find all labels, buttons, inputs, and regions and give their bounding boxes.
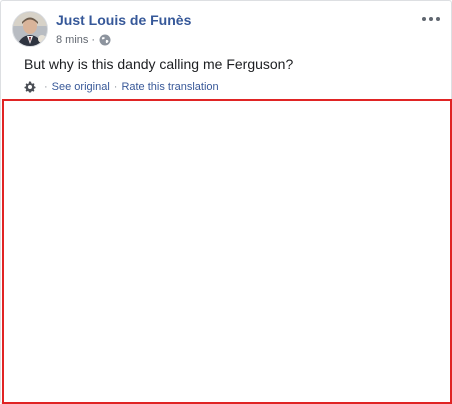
author-name[interactable]: Just Louis de Funès xyxy=(56,12,191,28)
post-text: But why is this dandy calling me Ferguso… xyxy=(24,56,294,72)
translation-separator: · xyxy=(113,81,118,93)
translation-bar: · See original · Rate this translation xyxy=(24,80,219,94)
post-timestamp[interactable]: 8 mins xyxy=(56,34,88,46)
globe-icon[interactable] xyxy=(99,34,111,46)
translation-separator: · xyxy=(44,81,48,93)
post-card: Just Louis de Funès 8 mins · But why is … xyxy=(0,0,452,404)
meta-separator: · xyxy=(91,34,96,46)
more-dot xyxy=(429,17,433,21)
see-original-link[interactable]: See original xyxy=(52,81,110,93)
more-dot xyxy=(422,17,426,21)
rate-translation-link[interactable]: Rate this translation xyxy=(121,81,218,93)
post-media-placeholder xyxy=(2,99,452,404)
author-avatar[interactable] xyxy=(12,11,48,47)
more-dot xyxy=(436,17,440,21)
post-header: Just Louis de Funès 8 mins · xyxy=(12,11,442,51)
post-meta: 8 mins · xyxy=(56,33,111,47)
gear-icon[interactable] xyxy=(24,81,36,93)
more-options-icon[interactable] xyxy=(422,13,440,25)
